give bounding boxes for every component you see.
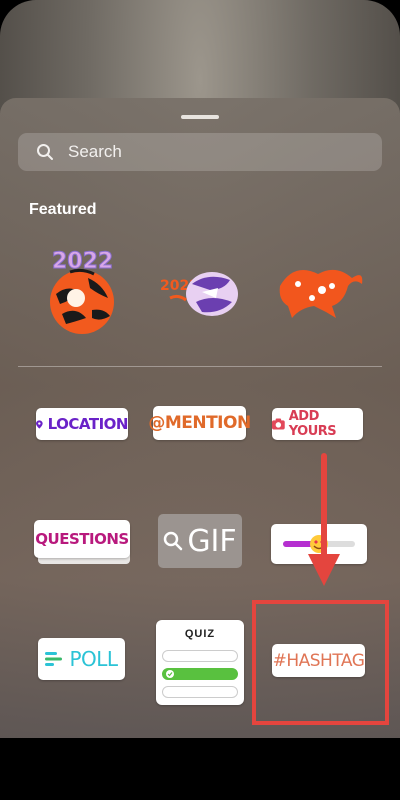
featured-sticker-leaping-tiger[interactable] — [274, 256, 366, 322]
location-sticker-label: LOCATION — [47, 415, 129, 433]
quiz-option-correct — [162, 668, 238, 680]
hashtag-highlight-box — [252, 600, 389, 725]
section-divider — [18, 366, 382, 367]
featured-heading: Featured — [29, 201, 97, 218]
location-sticker[interactable]: LOCATION — [36, 408, 129, 440]
poll-lines-icon — [45, 652, 63, 666]
quiz-option — [162, 686, 238, 698]
featured-sticker-2022-tiger[interactable]: 2022 — [42, 244, 122, 336]
questions-sticker-label: QUESTIONS — [35, 530, 129, 548]
drag-handle[interactable] — [181, 115, 219, 119]
quiz-sticker-label: QUIZ — [184, 628, 216, 640]
gif-sticker[interactable]: GIF — [158, 514, 242, 568]
gif-sticker-label: GIF — [187, 523, 237, 559]
poll-sticker[interactable]: POLL — [38, 638, 125, 680]
quiz-sticker[interactable]: QUIZ — [156, 620, 244, 705]
location-pin-icon — [36, 419, 43, 429]
mention-sticker[interactable]: @MENTION — [148, 406, 251, 440]
questions-sticker[interactable]: QUESTIONS — [34, 520, 130, 558]
mention-sticker-label: @MENTION — [148, 413, 251, 433]
magnifier-icon — [164, 531, 183, 551]
check-icon — [166, 669, 174, 678]
search-input[interactable]: Search — [18, 133, 382, 171]
featured-sticker-roaring-tiger[interactable]: 2022 — [158, 264, 242, 322]
camera-icon — [272, 418, 285, 430]
add-yours-sticker[interactable]: ADD YOURS — [272, 408, 363, 440]
search-icon — [37, 144, 53, 160]
search-placeholder: Search — [68, 142, 122, 161]
quiz-option — [162, 650, 238, 662]
add-yours-sticker-label: ADD YOURS — [288, 409, 337, 439]
bottom-bar — [0, 738, 400, 800]
arrow-down-icon — [308, 453, 340, 586]
poll-sticker-label: POLL — [69, 647, 118, 671]
